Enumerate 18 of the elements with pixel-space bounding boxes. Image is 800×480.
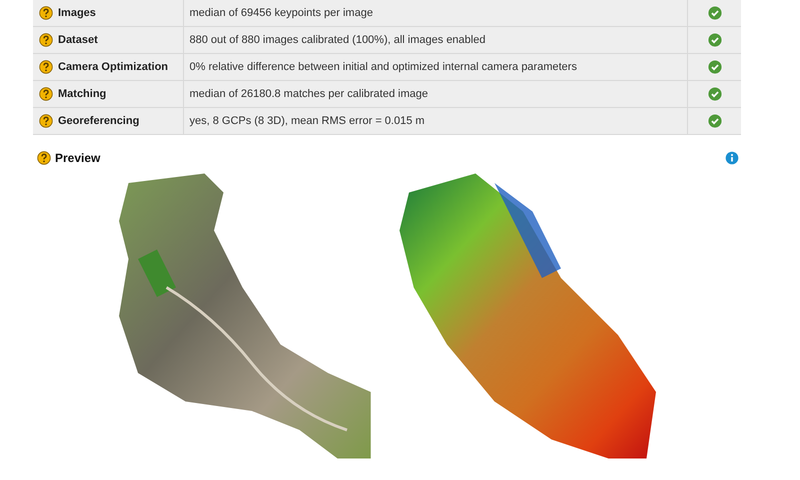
help-icon[interactable] bbox=[39, 6, 53, 20]
help-icon[interactable] bbox=[39, 114, 53, 128]
table-cell: Georeferencing bbox=[58, 115, 140, 127]
help-icon[interactable] bbox=[39, 87, 53, 101]
help-icon[interactable] bbox=[39, 60, 53, 74]
help-icon[interactable] bbox=[39, 33, 53, 47]
table-cell: Matching bbox=[58, 88, 106, 100]
table-cell: yes, 8 GCPs (8 3D), mean RMS error = 0.015 m bbox=[183, 108, 688, 134]
help-icon[interactable] bbox=[37, 151, 51, 165]
table-cell: 0% relative difference between initial and optimized internal camera parameters bbox=[183, 54, 688, 80]
info-icon[interactable] bbox=[725, 151, 739, 165]
section-title: Preview bbox=[55, 151, 102, 165]
table-cell: 880 out of 880 images calibrated (100%), all images enabled bbox=[183, 26, 688, 54]
table-cell: median of 69456 keypoints per image bbox=[183, 0, 688, 26]
table-cell: Images bbox=[58, 7, 96, 19]
table-cell: Camera Optimization bbox=[58, 61, 168, 73]
table-cell: Dataset bbox=[58, 34, 98, 46]
table-cell: median of 26180.8 matches per calibrated image bbox=[183, 80, 688, 108]
